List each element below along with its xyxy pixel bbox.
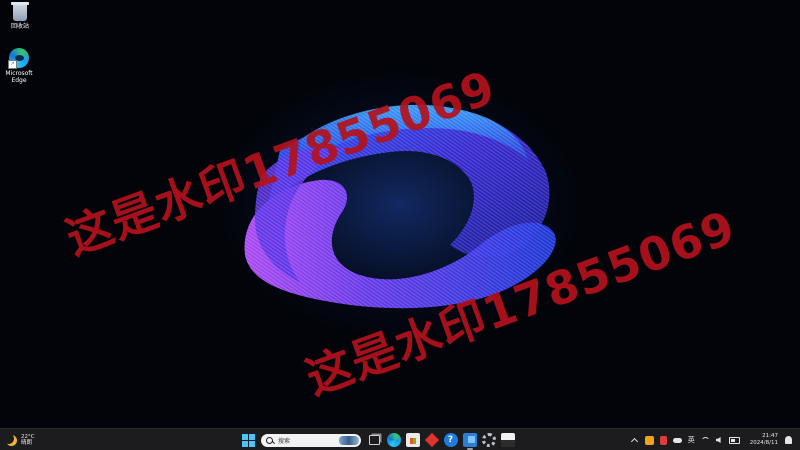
search-input[interactable]: 搜索 bbox=[261, 433, 361, 447]
moon-icon bbox=[6, 435, 17, 446]
cloud-icon[interactable] bbox=[672, 437, 682, 443]
wifi-icon[interactable] bbox=[700, 436, 710, 445]
chevron-up-icon[interactable] bbox=[630, 437, 638, 446]
red-diamond-app-icon[interactable] bbox=[424, 432, 439, 448]
blue-app-icon[interactable] bbox=[462, 433, 477, 450]
taskbar-center: 搜索 ? bbox=[239, 431, 517, 450]
edge-shortcut[interactable]: ↗ Microsoft Edge bbox=[0, 48, 38, 84]
desktop[interactable]: 回收站 ↗ Microsoft Edge 这是水印17855069 这是水印17… bbox=[0, 0, 800, 428]
weather-condition: 晴朗 bbox=[21, 440, 33, 446]
help-icon[interactable]: ? bbox=[443, 433, 458, 447]
weather-widget[interactable]: 22°C 晴朗 bbox=[6, 431, 35, 449]
tray-app-icon[interactable] bbox=[644, 435, 654, 445]
ime-indicator[interactable]: 英 bbox=[688, 431, 695, 449]
tray-app-icon-red[interactable] bbox=[659, 435, 667, 445]
system-tray: 英 21:47 2024/8/11 bbox=[628, 431, 794, 449]
taskbar: 22°C 晴朗 搜索 ? 英 21:47 2024/8/11 bbox=[0, 428, 800, 450]
recycle-bin-label: 回收站 bbox=[10, 23, 29, 30]
store-icon[interactable] bbox=[405, 433, 420, 447]
search-highlight-image bbox=[339, 435, 359, 445]
edge-label: Microsoft Edge bbox=[5, 70, 33, 84]
sandbox-app-icon[interactable] bbox=[500, 433, 515, 447]
clock-time: 21:47 bbox=[762, 433, 778, 439]
settings-gear-icon[interactable] bbox=[481, 433, 496, 447]
recycle-bin-icon bbox=[11, 2, 29, 21]
search-placeholder: 搜索 bbox=[278, 437, 291, 445]
search-icon bbox=[266, 436, 273, 444]
recycle-bin-shortcut[interactable]: 回收站 bbox=[1, 2, 39, 30]
clock-date: 2024/8/11 bbox=[749, 440, 778, 446]
battery-icon[interactable] bbox=[728, 436, 740, 444]
start-icon[interactable] bbox=[241, 433, 255, 447]
speaker-icon[interactable] bbox=[715, 437, 721, 443]
clock[interactable]: 21:47 2024/8/11 bbox=[750, 433, 778, 447]
edge-icon: ↗ bbox=[8, 48, 29, 69]
shortcut-arrow-icon: ↗ bbox=[8, 60, 17, 69]
edge-icon[interactable] bbox=[386, 433, 401, 447]
task-view-icon[interactable] bbox=[369, 435, 380, 445]
notification-bell-icon[interactable] bbox=[785, 436, 792, 444]
